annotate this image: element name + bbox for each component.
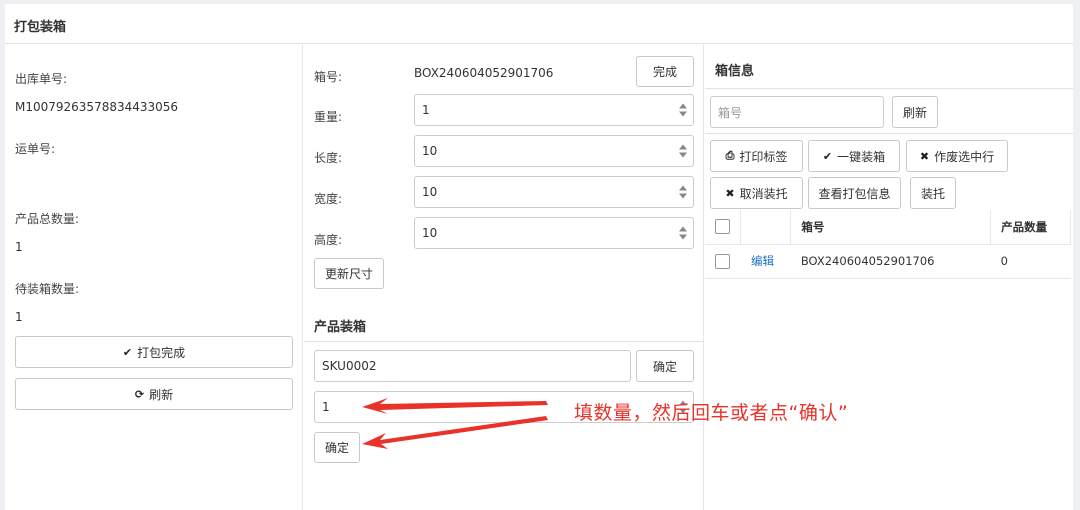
pending-qty-value: 1 (15, 310, 23, 324)
pack-window: 打包装箱 出库单号: M10079263578834433056 运单号: 产品… (5, 4, 1073, 510)
close-icon: ✖ (725, 186, 735, 200)
weight-stepper-icon[interactable] (679, 103, 687, 117)
waybill-label: 运单号: (15, 142, 56, 156)
length-label: 长度: (314, 151, 343, 165)
check-icon: ✔ (822, 149, 833, 163)
select-all-cell (705, 210, 742, 245)
sku-confirm-label: 确定 (652, 359, 677, 374)
box-no-header: 箱号 (790, 210, 992, 245)
box-info-divider (705, 88, 1073, 89)
table-header-row: 箱号 产品数量 (705, 210, 1071, 245)
pending-qty-label: 待装箱数量: (15, 282, 80, 296)
box-table: 箱号 产品数量 编辑 BOX240604052901706 0 (705, 210, 1071, 279)
cancel-pallet-text: 取消装托 (739, 186, 788, 201)
order-info-panel: 出库单号: M10079263578834433056 运单号: 产品总数量: … (5, 45, 303, 510)
quantity-value: 1 (322, 400, 330, 414)
height-label: 高度: (314, 233, 343, 247)
width-label: 宽度: (314, 192, 343, 206)
sku-value: SKU0002 (322, 359, 377, 373)
print-label-text: 打印标签 (739, 149, 788, 164)
print-icon: ⎙ (725, 149, 735, 162)
view-pack-info-text: 查看打包信息 (818, 186, 891, 201)
weight-input[interactable]: 1 (414, 94, 694, 126)
outbound-no-label: 出库单号: (15, 72, 68, 86)
void-selected-text: 作废选中行 (934, 149, 995, 164)
one-click-pack-button[interactable]: ✔ 一键装箱 (808, 140, 900, 172)
length-value: 10 (422, 144, 438, 158)
box-refresh-button[interactable]: 刷新 (892, 96, 938, 128)
pallet-text: 装托 (920, 186, 945, 201)
section-divider (304, 341, 704, 342)
box-no-label: 箱号: (314, 70, 343, 84)
toolbar-divider (705, 133, 1073, 134)
refresh-button[interactable]: ⟳ 刷新 (15, 378, 293, 410)
row-select-cell (705, 244, 741, 279)
cancel-pallet-button[interactable]: ✖ 取消装托 (710, 177, 803, 209)
box-search-placeholder: 箱号 (718, 105, 743, 120)
product-packing-title: 产品装箱 (314, 320, 367, 335)
total-qty-label: 产品总数量: (15, 212, 80, 226)
pallet-button[interactable]: 装托 (910, 177, 956, 209)
width-value: 10 (422, 185, 438, 199)
annotation-text: 填数量，然后回车或者点“确认” (574, 402, 849, 424)
box-info-panel: 箱信息 箱号 刷新 ⎙ 打印标签 ✔ 一键装箱 ✖ 作废选中行 ✖ 取消装托 查… (705, 45, 1073, 510)
height-input[interactable]: 10 (414, 217, 694, 249)
length-stepper-icon[interactable] (679, 144, 687, 158)
page-title: 打包装箱 (14, 20, 67, 35)
length-input[interactable]: 10 (414, 135, 694, 167)
one-click-pack-text: 一键装箱 (837, 149, 886, 164)
weight-value: 1 (422, 103, 430, 117)
table-row: 编辑 BOX240604052901706 0 (705, 244, 1071, 279)
close-icon: ✖ (919, 149, 930, 163)
done-label: 完成 (652, 65, 677, 79)
refresh-icon: ⟳ (134, 387, 145, 401)
confirm-button[interactable]: 确定 (314, 432, 360, 463)
finish-packing-label: 打包完成 (137, 345, 186, 360)
sku-confirm-button[interactable]: 确定 (636, 350, 694, 382)
box-info-title: 箱信息 (715, 64, 755, 79)
update-size-label: 更新尺寸 (324, 267, 373, 281)
print-label-button[interactable]: ⎙ 打印标签 (710, 140, 803, 172)
update-size-button[interactable]: 更新尺寸 (314, 258, 384, 289)
row-checkbox[interactable] (715, 253, 730, 269)
select-all-checkbox[interactable] (715, 219, 730, 235)
total-qty-value: 1 (15, 240, 23, 254)
sku-input[interactable]: SKU0002 (314, 350, 631, 382)
box-no-value: BOX240604052901706 (414, 66, 554, 80)
void-selected-button[interactable]: ✖ 作废选中行 (906, 140, 1008, 172)
weight-label: 重量: (314, 110, 343, 124)
finish-packing-button[interactable]: ✔ 打包完成 (15, 336, 293, 368)
width-input[interactable]: 10 (414, 176, 694, 208)
height-stepper-icon[interactable] (679, 226, 687, 240)
check-icon: ✔ (122, 345, 133, 359)
height-value: 10 (422, 226, 438, 240)
view-pack-info-button[interactable]: 查看打包信息 (808, 177, 901, 209)
box-search-input[interactable]: 箱号 (710, 96, 884, 128)
done-button[interactable]: 完成 (636, 56, 694, 87)
outbound-no-value: M10079263578834433056 (15, 100, 179, 114)
row-qty: 0 (990, 244, 1071, 279)
row-box-no: BOX240604052901706 (790, 244, 991, 279)
page-header: 打包装箱 (5, 4, 1073, 44)
refresh-label: 刷新 (149, 387, 174, 402)
row-action-cell: 编辑 (740, 244, 791, 279)
action-header (740, 210, 792, 245)
box-detail-panel: 箱号: BOX240604052901706 完成 重量: 1 长度: 10 宽… (304, 45, 704, 510)
width-stepper-icon[interactable] (679, 185, 687, 199)
qty-header: 产品数量 (990, 210, 1071, 245)
box-refresh-label: 刷新 (902, 105, 927, 120)
edit-link[interactable]: 编辑 (751, 254, 774, 268)
confirm-label: 确定 (324, 441, 349, 455)
